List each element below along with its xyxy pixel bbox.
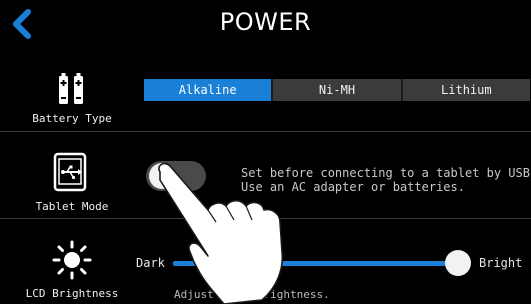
- tablet-mode-note-line2: Use an AC adapter or batteries.: [241, 180, 465, 194]
- page-title: POWER: [219, 8, 312, 36]
- battery-option-lithium[interactable]: Lithium: [402, 79, 530, 101]
- brightness-help-tail: the brightness.: [230, 288, 330, 301]
- battery-option-ni-mh[interactable]: Ni-MH: [273, 79, 401, 101]
- brightness-help-text: Adjust the brightness.: [174, 288, 330, 301]
- toggle-knob: [149, 163, 175, 189]
- row-divider: [0, 218, 531, 219]
- lcd-brightness-label: LCD Brightness: [25, 287, 119, 300]
- slider-min-label: Dark: [136, 256, 165, 270]
- tablet-mode-note: Set before connecting to a tablet by USB…: [241, 166, 531, 194]
- row-divider: [0, 131, 531, 132]
- brightness-help-head: Adjust: [174, 288, 214, 301]
- battery-icon: [59, 73, 83, 104]
- brightness-icon: [52, 240, 92, 280]
- battery-type-selector[interactable]: Alkaline Ni-MH Lithium: [144, 79, 530, 101]
- brightness-slider-thumb[interactable]: [445, 250, 471, 276]
- slider-max-label: Bright: [479, 256, 523, 270]
- battery-option-alkaline[interactable]: Alkaline: [144, 79, 272, 101]
- tablet-mode-toggle[interactable]: [146, 161, 206, 191]
- tablet-mode-label: Tablet Mode: [35, 200, 109, 213]
- usb-tablet-icon: [53, 152, 87, 192]
- power-settings-screen: POWER Battery Type Alkaline Ni-MH Lithiu…: [0, 0, 531, 304]
- tablet-mode-note-line1: Set before connecting to a tablet by USB…: [241, 166, 531, 180]
- brightness-slider-track[interactable]: [173, 261, 458, 266]
- battery-type-label: Battery Type: [32, 112, 112, 125]
